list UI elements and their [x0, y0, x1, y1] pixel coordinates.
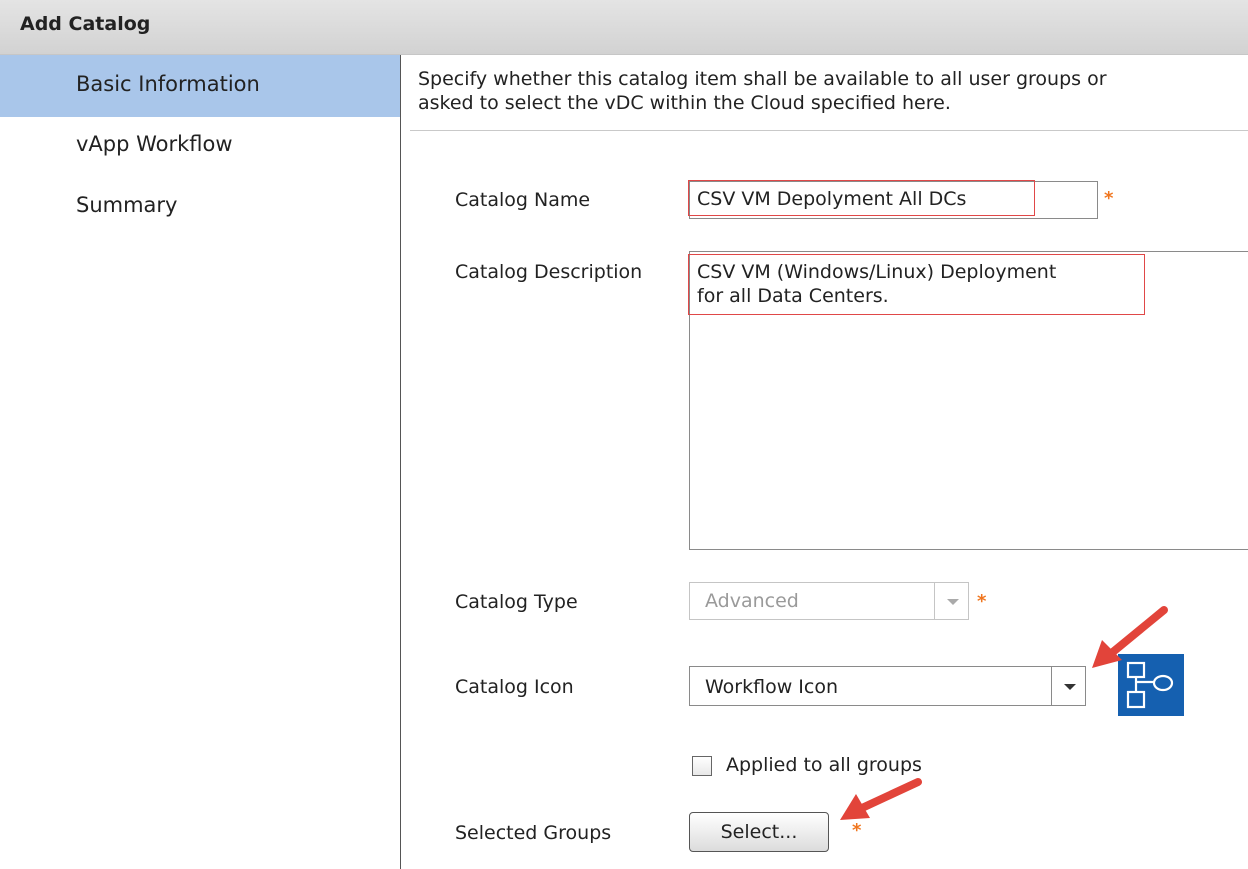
nav-item-label: Basic Information: [76, 72, 260, 96]
chevron-down-icon: [1051, 667, 1085, 705]
catalog-description-label: Catalog Description: [455, 261, 643, 283]
catalog-description-line-2: for all Data Centers.: [697, 285, 889, 307]
annotation-arrow-catalog-icon: [1092, 606, 1168, 668]
instructions-divider: [410, 130, 1248, 131]
chevron-down-icon: [934, 583, 968, 619]
nav-item-label: vApp Workflow: [76, 132, 233, 156]
catalog-name-label: Catalog Name: [455, 189, 591, 211]
catalog-icon-value: Workflow Icon: [705, 676, 838, 698]
applied-to-all-groups-checkbox[interactable]: [692, 756, 712, 776]
catalog-icon-label: Catalog Icon: [455, 676, 574, 698]
catalog-type-required-icon: *: [977, 591, 987, 612]
annotation-arrow-select-button: [840, 778, 922, 820]
selected-groups-label: Selected Groups: [455, 822, 612, 844]
nav-item-vapp-workflow[interactable]: vApp Workflow: [0, 117, 400, 179]
nav-item-basic-information[interactable]: Basic Information: [0, 55, 400, 117]
catalog-type-value: Advanced: [705, 590, 799, 612]
select-groups-button[interactable]: Select...: [689, 812, 829, 852]
dialog-title: Add Catalog: [20, 13, 151, 35]
catalog-type-select[interactable]: Advanced: [689, 582, 969, 620]
catalog-name-value: CSV VM Depolyment All DCs: [697, 188, 967, 210]
instructions-line-1: Specify whether this catalog item shall …: [418, 68, 1107, 90]
nav-item-label: Summary: [76, 193, 178, 217]
catalog-description-line-1: CSV VM (Windows/Linux) Deployment: [697, 261, 1057, 283]
catalog-type-label: Catalog Type: [455, 591, 578, 613]
instructions-line-2: asked to select the vDC within the Cloud…: [418, 92, 951, 114]
catalog-name-required-icon: *: [1104, 188, 1114, 209]
instructions-text: Specify whether this catalog item shall …: [418, 67, 1248, 115]
wizard-nav: Basic Information vApp Workflow Summary: [0, 55, 401, 869]
catalog-description-value: CSV VM (Windows/Linux) Deployment for al…: [697, 260, 1056, 308]
catalog-icon-select[interactable]: Workflow Icon: [689, 666, 1086, 706]
dialog-titlebar: Add Catalog: [0, 0, 1248, 55]
nav-item-summary[interactable]: Summary: [0, 179, 400, 241]
